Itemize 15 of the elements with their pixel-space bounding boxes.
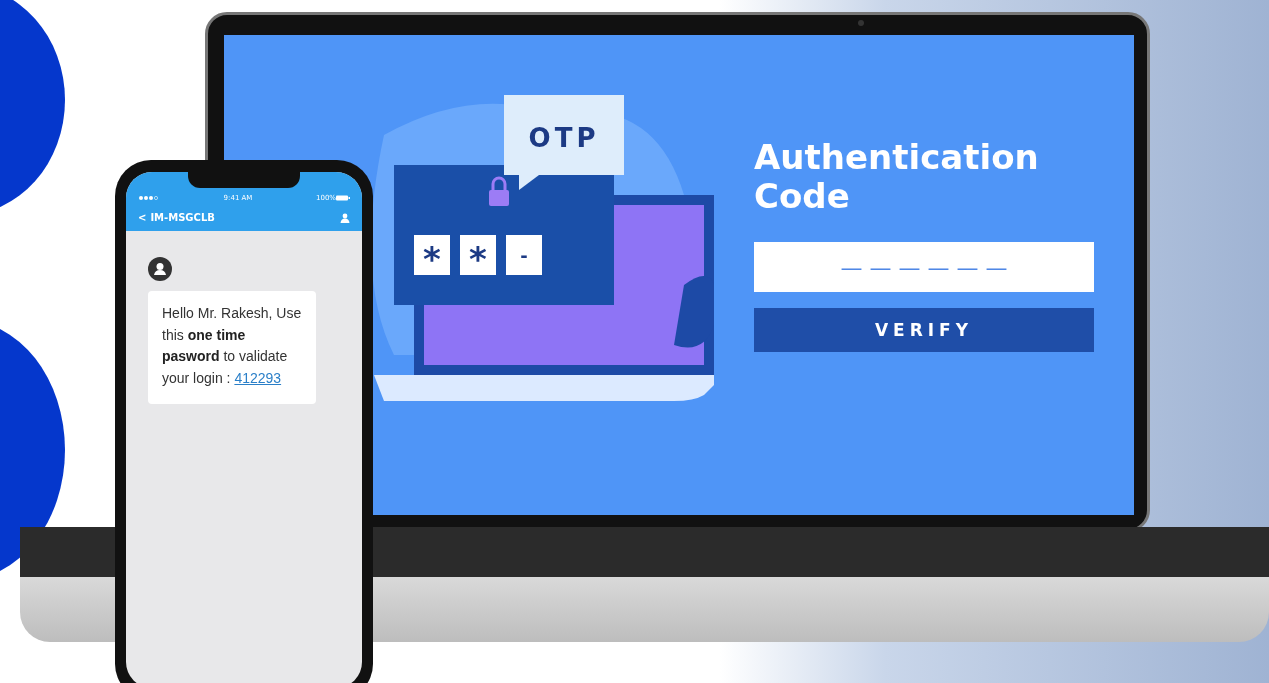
verify-button[interactable]: VERIFY (754, 308, 1094, 353)
code-slot-character: * (469, 239, 487, 279)
signal-icon (138, 195, 160, 201)
message-text: Hello Mr. Rakesh, Use this one time pasword to validate your login : 412293 (162, 305, 302, 387)
code-input-field[interactable]: — — — — — — (754, 242, 1094, 293)
battery-icon (336, 195, 350, 201)
otp-code-link[interactable]: 412293 (234, 370, 282, 387)
back-link[interactable]: < (138, 212, 147, 223)
sender-name: IM-MSGCLB (150, 212, 215, 223)
authentication-title: Authentication Code (754, 137, 1040, 217)
code-slot-character: - (520, 245, 528, 266)
otp-label: OTP (528, 123, 600, 153)
code-slot-character: * (423, 239, 441, 279)
contact-icon[interactable] (340, 212, 350, 223)
avatar-icon (148, 257, 172, 281)
